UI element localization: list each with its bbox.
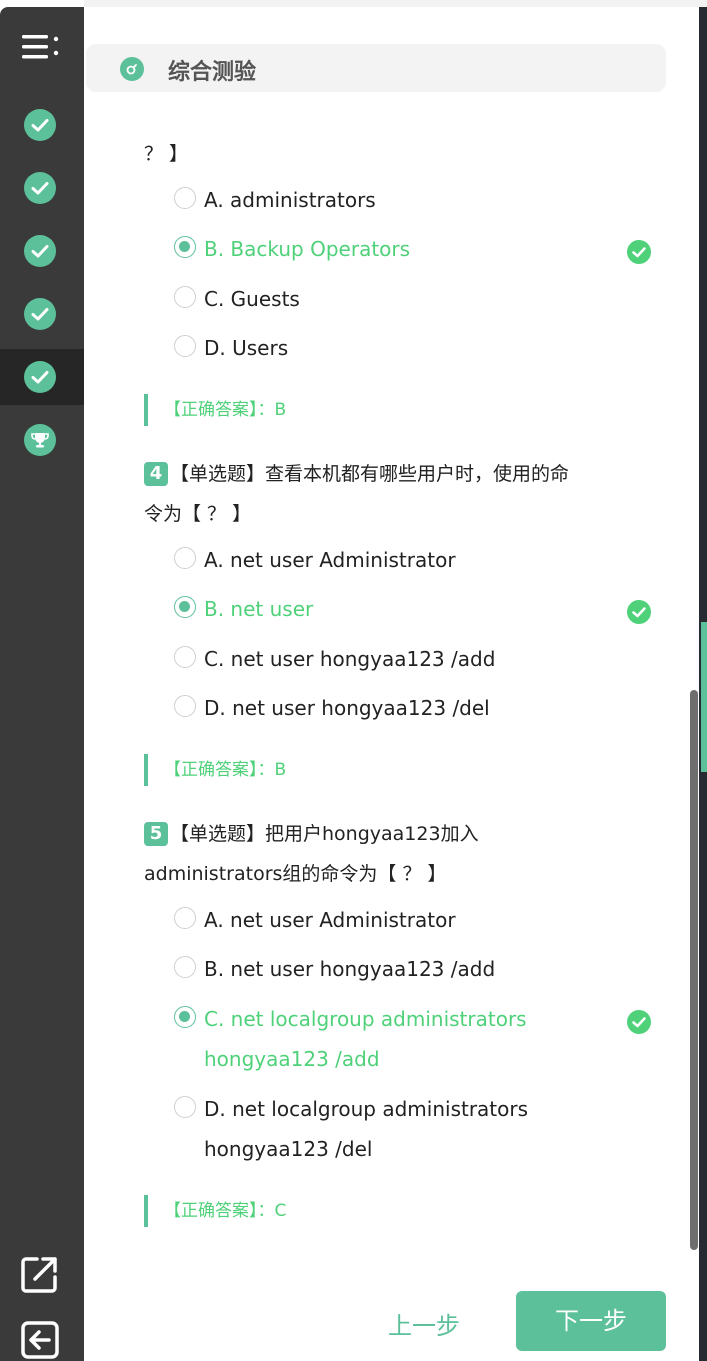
check-icon — [24, 361, 56, 393]
scrollbar[interactable] — [690, 690, 698, 1250]
question-number-badge: 4 — [144, 462, 168, 486]
radio-button[interactable] — [174, 956, 196, 978]
radio-button-selected[interactable] — [174, 596, 196, 618]
option-label: D. Users — [204, 336, 289, 360]
option-label: B. net user hongyaa123 /add — [204, 957, 496, 981]
sidebar-step-2[interactable] — [0, 160, 84, 216]
radio-button[interactable] — [174, 286, 196, 308]
radio-button[interactable] — [174, 646, 196, 668]
radio-button-selected[interactable] — [174, 1006, 196, 1028]
radio-button[interactable] — [174, 187, 196, 209]
exit-icon[interactable] — [20, 1320, 60, 1360]
correct-check-icon — [627, 1010, 651, 1034]
option-label: C. net user hongyaa123 /add — [204, 647, 496, 671]
radio-button[interactable] — [174, 695, 196, 717]
q5-correct-answer: 【正确答案】：C — [144, 1195, 286, 1227]
q4-correct-answer: 【正确答案】：B — [144, 754, 286, 786]
page-title: 综合测验 — [168, 60, 257, 85]
side-drawer-tab[interactable] — [701, 622, 707, 772]
option-label: A. administrators — [204, 188, 376, 212]
external-link-icon[interactable] — [20, 1254, 60, 1294]
question-5-line-2: administrators组的命令为【 ？ 】 — [144, 863, 447, 885]
trophy-icon — [24, 424, 56, 456]
radio-button[interactable] — [174, 547, 196, 569]
prev-step-button[interactable]: 上一步 — [388, 1306, 460, 1341]
option-label: A. net user Administrator — [204, 548, 456, 572]
q3-correct-answer: 【正确答案】：B — [144, 394, 286, 426]
question-3-tail: ？ 】 — [144, 143, 189, 165]
next-step-button[interactable]: 下一步 — [516, 1291, 666, 1351]
check-icon — [24, 235, 56, 267]
question-4-line-2: 令为【 ？ 】 — [144, 503, 252, 525]
section-header: 综合测验 — [86, 44, 666, 92]
sidebar-step-5-active[interactable] — [0, 349, 84, 405]
check-icon — [24, 172, 56, 204]
option-label: A. net user Administrator — [204, 908, 456, 932]
question-4-line-1: 【单选题】查看本机都有哪些用户时，使用的命 — [170, 463, 570, 485]
radio-button[interactable] — [174, 907, 196, 929]
question-4-text: 4 【单选题】查看本机都有哪些用户时，使用的命 令为【 ？ 】 — [144, 454, 644, 534]
correct-check-icon — [627, 240, 651, 264]
sidebar-step-1[interactable] — [0, 97, 84, 153]
option-label: C. net localgroup administrators hongyaa… — [204, 1007, 527, 1071]
question-5-text: 5 【单选题】把用户hongyaa123加入 administrators组的命令… — [144, 814, 644, 894]
sidebar — [0, 7, 84, 1361]
radio-button-selected[interactable] — [174, 236, 196, 258]
top-bar — [84, 0, 707, 7]
menu-list-icon[interactable] — [20, 29, 62, 65]
check-icon — [24, 298, 56, 330]
sidebar-step-4[interactable] — [0, 286, 84, 342]
sidebar-step-3[interactable] — [0, 223, 84, 279]
correct-check-icon — [627, 600, 651, 624]
option-label: C. Guests — [204, 287, 300, 311]
sidebar-step-trophy[interactable] — [0, 412, 84, 468]
option-label: B. Backup Operators — [204, 237, 411, 261]
radio-button[interactable] — [174, 335, 196, 357]
quiz-icon — [120, 57, 144, 81]
question-5-line-1: 【单选题】把用户hongyaa123加入 — [170, 823, 479, 845]
option-label: D. net localgroup administrators hongyaa… — [204, 1097, 529, 1161]
check-icon — [24, 109, 56, 141]
option-label: D. net user hongyaa123 /del — [204, 696, 490, 720]
question-number-badge: 5 — [144, 822, 168, 846]
radio-button[interactable] — [174, 1096, 196, 1118]
option-label: B. net user — [204, 597, 314, 621]
